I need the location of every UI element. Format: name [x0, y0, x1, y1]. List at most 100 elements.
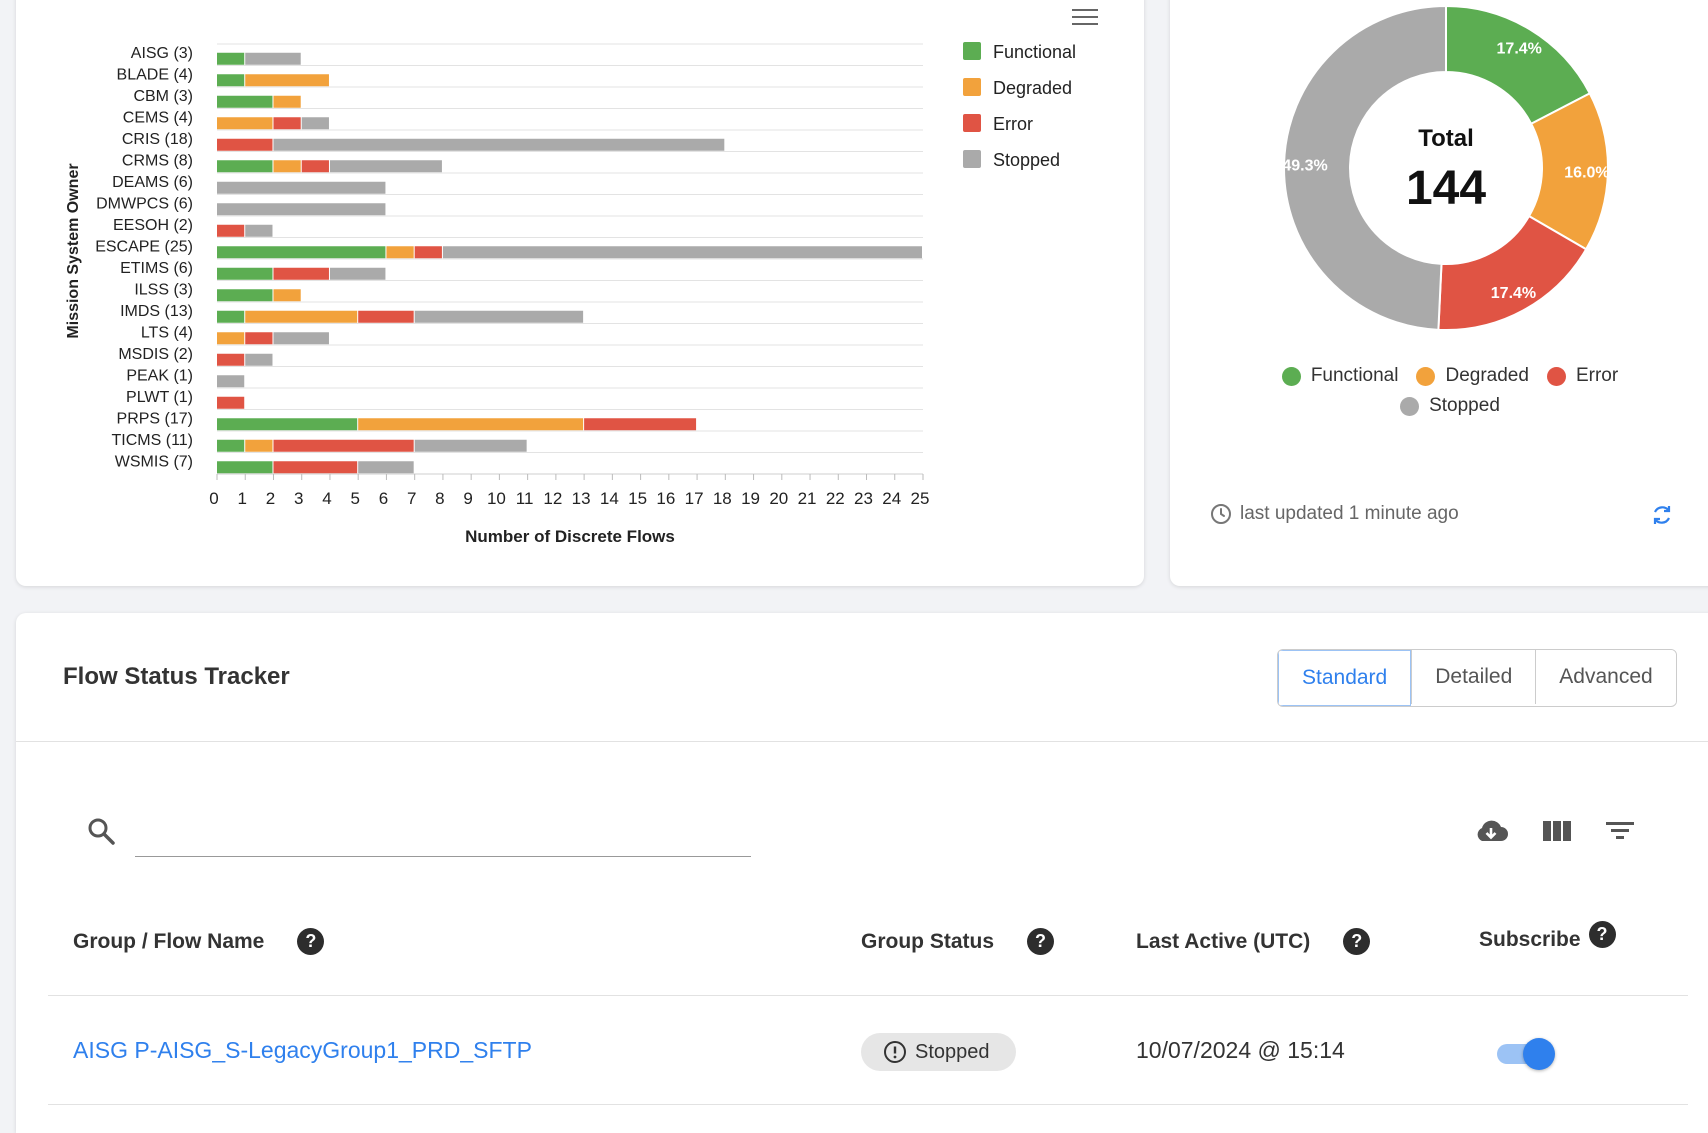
- bar-segment-functional: [217, 95, 273, 108]
- column-label: Subscribe: [1479, 928, 1581, 951]
- x-tick-label: 3: [294, 489, 303, 508]
- bar-segment-degraded: [217, 117, 273, 130]
- legend-label-stopped: Stopped: [993, 150, 1060, 170]
- column-header-flow-name[interactable]: Group / Flow Name?: [73, 928, 325, 955]
- column-header-last-active[interactable]: Last Active (UTC)?: [1136, 928, 1371, 955]
- bar-segment-functional: [217, 289, 273, 302]
- donut-percent-label: 49.3%: [1282, 158, 1327, 175]
- legend-swatch-degraded: [963, 78, 981, 96]
- x-tick-label: 25: [911, 489, 930, 508]
- bar-segment-stopped: [414, 439, 527, 452]
- x-tick-label: 1: [238, 489, 247, 508]
- x-tick-label: 11: [516, 489, 534, 508]
- bar-segment-stopped: [442, 246, 922, 259]
- search-icon: [88, 818, 115, 845]
- bar-segment-error: [273, 117, 301, 130]
- x-tick-label: 23: [854, 489, 873, 508]
- help-icon[interactable]: ?: [297, 928, 325, 955]
- y-tick-label: PEAK (1): [126, 367, 193, 384]
- help-icon[interactable]: ?: [1588, 920, 1616, 948]
- legend-degraded[interactable]: Degraded: [1416, 365, 1529, 387]
- bar-segment-error: [301, 160, 329, 173]
- bar-segment-error: [273, 461, 358, 474]
- x-tick-label: 14: [600, 489, 619, 508]
- column-header-subscribe[interactable]: Subscribe?: [1479, 920, 1616, 952]
- column-header-group-status[interactable]: Group Status?: [861, 928, 1055, 955]
- legend-label-functional: Functional: [993, 42, 1076, 62]
- x-tick-label: 18: [713, 489, 732, 508]
- legend-swatch-error: [963, 114, 981, 132]
- help-icon[interactable]: ?: [1027, 928, 1055, 955]
- bar-segment-error: [273, 439, 414, 452]
- bar-segment-degraded: [273, 95, 301, 108]
- view-toggle: Standard Detailed Advanced: [1277, 649, 1677, 707]
- bar-segment-functional: [217, 160, 273, 173]
- x-tick-label: 24: [882, 489, 901, 508]
- bar-segment-error: [584, 418, 697, 431]
- x-tick-label: 6: [379, 489, 388, 508]
- legend-label-degraded: Degraded: [993, 78, 1072, 98]
- x-tick-label: 20: [769, 489, 788, 508]
- y-tick-label: MSDIS (2): [118, 346, 193, 363]
- subscribe-toggle[interactable]: [1497, 1038, 1555, 1070]
- legend-error[interactable]: Error: [1546, 365, 1619, 387]
- bar-segment-stopped: [273, 332, 329, 345]
- bar-segment-error: [217, 396, 245, 409]
- legend-label: Stopped: [1429, 395, 1500, 416]
- legend-stopped[interactable]: Stopped: [1400, 395, 1500, 417]
- y-tick-label: CRMS (8): [122, 152, 193, 169]
- cloud-download-icon[interactable]: [1473, 816, 1509, 846]
- status-label: Stopped: [915, 1040, 990, 1063]
- bar-segment-degraded: [273, 160, 301, 173]
- y-tick-label: WSMIS (7): [115, 453, 193, 470]
- x-tick-label: 7: [407, 489, 416, 508]
- legend-label: Error: [1575, 365, 1619, 386]
- header-divider: [16, 741, 1708, 742]
- bar-segment-functional: [217, 246, 386, 259]
- x-tick-label: 16: [656, 489, 675, 508]
- x-tick-label: 17: [685, 489, 704, 508]
- stacked-bar-chart: AISG (3) BLADE (4) CBM (3) CEMS (4) CRIS (18…: [65, 42, 1076, 546]
- x-axis-label: Number of Discrete Flows: [465, 527, 675, 546]
- alert-circle-icon: [884, 1041, 906, 1063]
- tracker-title: Flow Status Tracker: [63, 663, 290, 690]
- help-icon[interactable]: ?: [1343, 928, 1371, 955]
- y-tick-label: PRPS (17): [117, 410, 193, 427]
- toggle-knob: [1523, 1038, 1555, 1070]
- x-tick-label: 15: [628, 489, 647, 508]
- flow-name-link[interactable]: AISG P-AISG_S-LegacyGroup1_PRD_SFTP: [73, 1037, 532, 1064]
- bar-segment-stopped: [414, 310, 584, 323]
- bar-segment-functional: [217, 52, 245, 65]
- clock-icon: [1211, 504, 1231, 524]
- view-standard-button[interactable]: Standard: [1278, 650, 1412, 706]
- view-advanced-button[interactable]: Advanced: [1535, 650, 1676, 704]
- bar-segment-error: [217, 138, 273, 151]
- bar-segment-stopped: [329, 160, 442, 173]
- donut-center-title: Total: [1418, 125, 1474, 152]
- filter-icon[interactable]: [1602, 816, 1638, 846]
- x-tick-label: 4: [322, 489, 331, 508]
- columns-icon[interactable]: [1539, 816, 1575, 846]
- last-updated: last updated 1 minute ago: [1210, 503, 1459, 525]
- x-tick-label: 9: [463, 489, 472, 508]
- y-tick-label: EESOH (2): [113, 217, 193, 234]
- donut-percent-label: 16.0%: [1564, 164, 1609, 181]
- x-tick-label: 19: [741, 489, 760, 508]
- search-input[interactable]: [135, 808, 751, 857]
- y-tick-label: BLADE (4): [117, 66, 193, 83]
- donut-center-value: 144: [1406, 162, 1486, 215]
- x-tick-label: 8: [435, 489, 444, 508]
- refresh-icon[interactable]: [1650, 503, 1674, 527]
- y-tick-label: AISG (3): [131, 45, 193, 62]
- bar-segment-error: [414, 246, 442, 259]
- view-detailed-button[interactable]: Detailed: [1411, 650, 1536, 704]
- bar-segment-degraded: [273, 289, 301, 302]
- y-tick-label: ETIMS (6): [120, 260, 193, 277]
- y-tick-label: PLWT (1): [126, 389, 193, 406]
- legend-functional[interactable]: Functional: [1281, 365, 1398, 387]
- y-tick-label: DEAMS (6): [112, 174, 193, 191]
- x-tick-label: 21: [798, 489, 817, 508]
- error-dot-icon: [1546, 366, 1566, 386]
- y-tick-label: CEMS (4): [123, 109, 193, 126]
- donut-chart: 17.4% 16.0% 17.4% 49.3% Total 144: [1282, 4, 1610, 331]
